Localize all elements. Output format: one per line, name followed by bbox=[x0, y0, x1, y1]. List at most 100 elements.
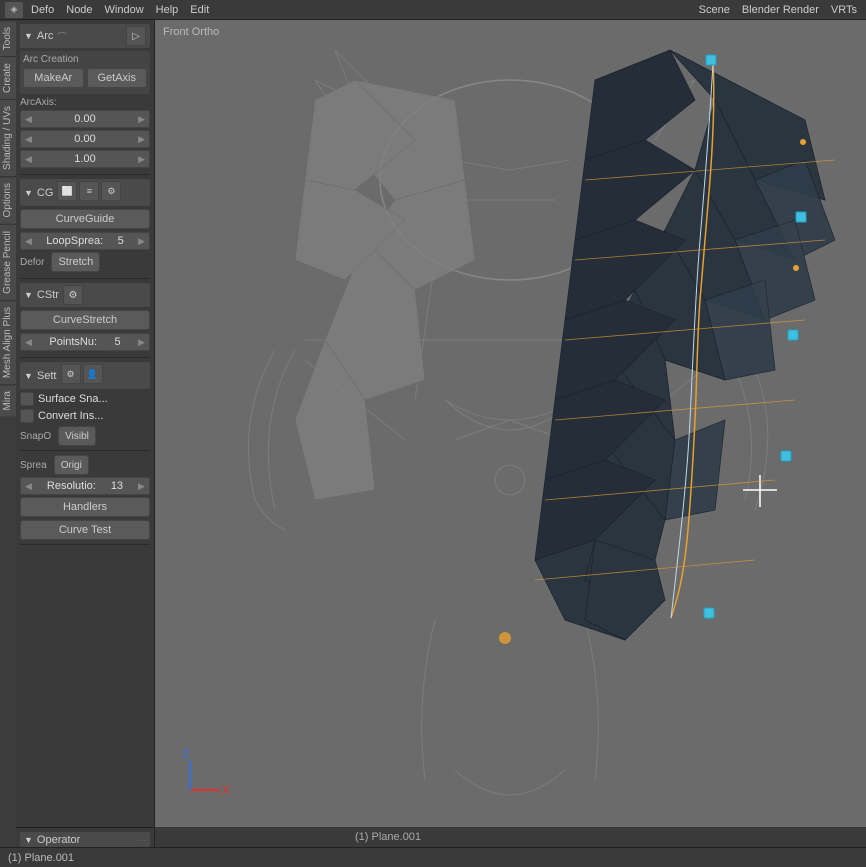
tab-shading-uvs[interactable]: Shading / UVs bbox=[0, 99, 16, 176]
arc-z-left-arrow[interactable]: ◀ bbox=[25, 154, 32, 165]
arc-section-header[interactable]: ▼ Arc ⌒ ▷ bbox=[20, 24, 150, 48]
menu-defo[interactable]: Defo bbox=[26, 3, 59, 17]
menu-edit[interactable]: Edit bbox=[185, 3, 214, 17]
operator-dots: ··· bbox=[136, 835, 146, 846]
settings-header-label: Sett bbox=[37, 370, 57, 382]
blender-logo-icon: ◈ bbox=[5, 2, 23, 18]
cg-header-label: CG bbox=[37, 187, 54, 199]
loop-spread-value: 5 bbox=[118, 235, 124, 247]
arc-axis-x-input[interactable]: ◀ 0.00 ▶ bbox=[20, 110, 150, 128]
menu-window[interactable]: Window bbox=[100, 3, 149, 17]
main-viewport[interactable]: Front Ortho bbox=[155, 20, 866, 847]
arc-axis-z-input[interactable]: ◀ 1.00 ▶ bbox=[20, 150, 150, 168]
surface-snap-label: Surface Sna... bbox=[38, 393, 108, 405]
tab-options[interactable]: Options bbox=[0, 176, 16, 223]
get-axis-button[interactable]: GetAxis bbox=[87, 68, 148, 88]
cstr-header-label: CStr bbox=[37, 289, 59, 301]
menu-node[interactable]: Node bbox=[61, 3, 97, 17]
arc-axis-y-input[interactable]: ◀ 0.00 ▶ bbox=[20, 130, 150, 148]
svg-text:Z: Z bbox=[182, 747, 189, 761]
arc-axis-z-value: 1.00 bbox=[74, 153, 95, 165]
arc-axis-label: ArcAxis: bbox=[20, 97, 150, 108]
menu-help[interactable]: Help bbox=[151, 3, 184, 17]
loop-spread-input[interactable]: ◀ LoopSprea: 5 ▶ bbox=[20, 232, 150, 250]
arc-y-right-arrow[interactable]: ▶ bbox=[138, 134, 145, 145]
arc-arrow-icon: ▼ bbox=[24, 31, 33, 41]
points-nu-input[interactable]: ◀ PointsNu: 5 ▶ bbox=[20, 333, 150, 351]
visibl-button[interactable]: Visibl bbox=[58, 426, 96, 446]
arc-z-right-arrow[interactable]: ▶ bbox=[138, 154, 145, 165]
tab-mira[interactable]: Mira bbox=[0, 384, 16, 416]
divider1 bbox=[20, 450, 150, 451]
cg-icon1[interactable]: ⬜ bbox=[57, 181, 77, 201]
arc-section: ▼ Arc ⌒ ▷ Arc Creation MakeAr GetAxis Ar… bbox=[20, 24, 150, 175]
sidebar-scroll-area: ▼ Arc ⌒ ▷ Arc Creation MakeAr GetAxis Ar… bbox=[16, 20, 154, 817]
settings-section-header[interactable]: ▼ Sett ⚙ 👤 bbox=[20, 362, 150, 389]
arc-x-left-arrow[interactable]: ◀ bbox=[25, 114, 32, 125]
sprea-label: Sprea bbox=[20, 460, 47, 471]
arc-creation-label: Arc Creation bbox=[23, 54, 147, 65]
svg-text:(1) Plane.001: (1) Plane.001 bbox=[355, 831, 421, 843]
arc-y-left-arrow[interactable]: ◀ bbox=[25, 134, 32, 145]
tab-mesh-align[interactable]: Mesh Align Plus bbox=[0, 300, 16, 384]
make-arc-button[interactable]: MakeAr bbox=[23, 68, 84, 88]
origi-button[interactable]: Origi bbox=[54, 455, 89, 475]
points-nu-right-arrow[interactable]: ▶ bbox=[138, 337, 145, 348]
vertical-tabs: Tools Create Shading / UVs Options Greas… bbox=[0, 20, 16, 867]
tab-grease-pencil[interactable]: Grease Pencil bbox=[0, 224, 16, 300]
menu-scene[interactable]: Scene bbox=[694, 3, 735, 17]
convert-ins-checkbox[interactable] bbox=[20, 409, 34, 423]
settings-arrow-icon: ▼ bbox=[24, 371, 33, 381]
convert-ins-label: Convert Ins... bbox=[38, 410, 103, 422]
curve-test-button[interactable]: Curve Test bbox=[20, 520, 150, 540]
menu-vrts[interactable]: VRTs bbox=[826, 3, 862, 17]
cstr-icon[interactable]: ⚙ bbox=[63, 285, 83, 305]
settings-section: ▼ Sett ⚙ 👤 Surface Sna... Convert Ins...… bbox=[20, 362, 150, 545]
curve-guide-button[interactable]: CurveGuide bbox=[20, 209, 150, 229]
tab-create[interactable]: Create bbox=[0, 56, 16, 99]
menu-render[interactable]: Blender Render bbox=[737, 3, 824, 17]
stretch-button[interactable]: Stretch bbox=[51, 252, 100, 272]
cg-arrow-icon: ▼ bbox=[24, 188, 33, 198]
points-nu-label: PointsNu: bbox=[49, 336, 97, 348]
arc-axis-y-value: 0.00 bbox=[74, 133, 95, 145]
resolution-value: 13 bbox=[111, 480, 123, 492]
resolution-input[interactable]: ◀ Resolutio: 13 ▶ bbox=[20, 477, 150, 495]
settings-icon1[interactable]: ⚙ bbox=[61, 364, 81, 384]
cg-icon3[interactable]: ⚙ bbox=[101, 181, 121, 201]
arc-icon: ⌒ bbox=[57, 30, 66, 43]
cstr-section: ▼ CStr ⚙ CurveStretch ◀ PointsNu: 5 ▶ bbox=[20, 283, 150, 358]
resolution-right-arrow[interactable]: ▶ bbox=[138, 481, 145, 492]
operator-header[interactable]: ▼ Operator ··· bbox=[20, 832, 150, 848]
cstr-section-header[interactable]: ▼ CStr ⚙ bbox=[20, 283, 150, 307]
surface-snap-checkbox[interactable] bbox=[20, 392, 34, 406]
defor-label: Defor bbox=[20, 257, 44, 268]
operator-header-label: Operator bbox=[37, 834, 80, 846]
cstr-arrow-icon: ▼ bbox=[24, 290, 33, 300]
arc-icon-btn[interactable]: ▷ bbox=[126, 26, 146, 46]
bottom-bar: (1) Plane.001 bbox=[0, 847, 866, 867]
snap-o-label: SnapO bbox=[20, 431, 51, 442]
tab-tools[interactable]: Tools bbox=[0, 20, 16, 56]
viewport-label: Front Ortho bbox=[163, 26, 219, 38]
svg-text:X: X bbox=[222, 783, 230, 797]
cg-icon2[interactable]: ≡ bbox=[79, 181, 99, 201]
settings-icon2[interactable]: 👤 bbox=[83, 364, 103, 384]
loop-spread-label: LoopSprea: bbox=[46, 235, 103, 247]
loop-spread-left-arrow[interactable]: ◀ bbox=[25, 236, 32, 247]
points-nu-left-arrow[interactable]: ◀ bbox=[25, 337, 32, 348]
operator-arrow-icon: ▼ bbox=[24, 835, 33, 845]
arc-axis-x-value: 0.00 bbox=[74, 113, 95, 125]
arc-header-label: Arc bbox=[37, 30, 54, 42]
cg-section: ▼ CG ⬜ ≡ ⚙ CurveGuide ◀ LoopSprea: 5 ▶ D… bbox=[20, 179, 150, 279]
resolution-label: Resolutio: bbox=[47, 480, 96, 492]
top-menu-bar: ◈ Defo Node Window Help Edit Scene Blend… bbox=[0, 0, 866, 20]
points-nu-value: 5 bbox=[115, 336, 121, 348]
bottom-plane-label: (1) Plane.001 bbox=[8, 852, 74, 864]
resolution-left-arrow[interactable]: ◀ bbox=[25, 481, 32, 492]
cg-section-header[interactable]: ▼ CG ⬜ ≡ ⚙ bbox=[20, 179, 150, 206]
arc-x-right-arrow[interactable]: ▶ bbox=[138, 114, 145, 125]
curve-stretch-button[interactable]: CurveStretch bbox=[20, 310, 150, 330]
loop-spread-right-arrow[interactable]: ▶ bbox=[138, 236, 145, 247]
handlers-button[interactable]: Handlers bbox=[20, 497, 150, 517]
